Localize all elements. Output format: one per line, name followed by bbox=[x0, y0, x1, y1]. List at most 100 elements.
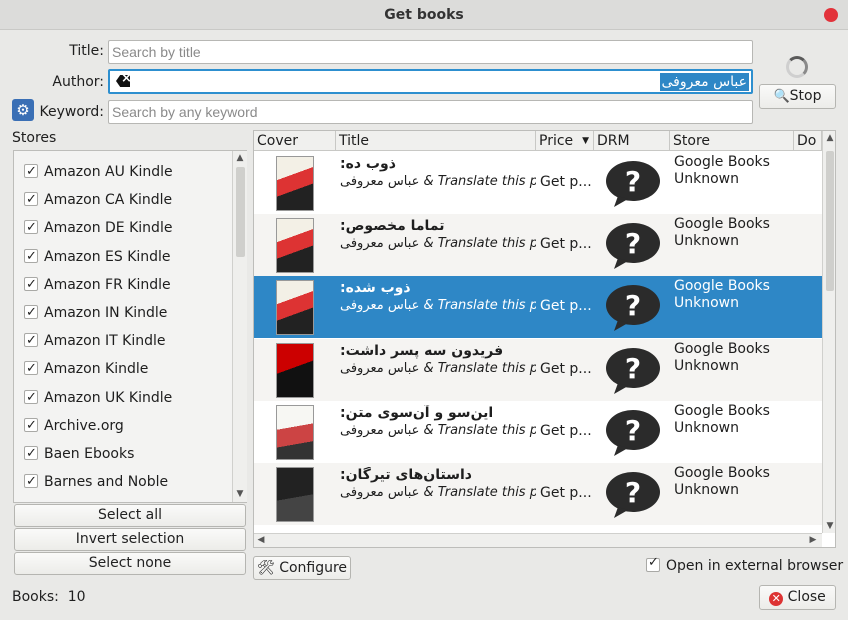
scroll-right-icon[interactable]: ▶ bbox=[806, 535, 820, 545]
store-item[interactable]: Amazon ES Kindle bbox=[24, 246, 171, 268]
results-hscrollbar[interactable]: ◀ ▶ bbox=[254, 533, 822, 547]
store-checkbox[interactable] bbox=[24, 246, 38, 268]
book-author: عباس معروفی & Translate this pag bbox=[340, 361, 536, 376]
store-checkbox[interactable] bbox=[24, 387, 38, 409]
book-author: عباس معروفی & Translate this pag bbox=[340, 174, 536, 189]
book-cover bbox=[276, 156, 314, 211]
svg-text:?: ? bbox=[625, 476, 641, 509]
store-checkbox[interactable] bbox=[24, 217, 38, 239]
book-title: تماما مخصوص: bbox=[340, 218, 445, 235]
book-price: Get p... bbox=[540, 422, 592, 439]
stores-scrollbar[interactable]: ▲ ▼ bbox=[232, 151, 247, 502]
author-label: Author: bbox=[52, 74, 104, 90]
scroll-down-icon[interactable]: ▼ bbox=[233, 489, 247, 499]
keyword-settings-gear-icon[interactable]: ⚙ bbox=[12, 99, 34, 121]
store-checkbox[interactable] bbox=[24, 358, 38, 380]
configure-button[interactable]: 🛠 Configure bbox=[253, 556, 351, 580]
store-item[interactable]: Baen Ebooks bbox=[24, 443, 134, 465]
store-item[interactable]: Amazon IT Kindle bbox=[24, 330, 166, 352]
store-item[interactable]: Amazon DE Kindle bbox=[24, 217, 172, 239]
store-item[interactable]: Amazon IN Kindle bbox=[24, 302, 167, 324]
store-item[interactable]: Amazon Kindle bbox=[24, 358, 148, 380]
table-row[interactable]: ذوب ده: عباس معروفی & Translate this pag G… bbox=[254, 152, 822, 214]
title-search-input[interactable] bbox=[108, 40, 753, 64]
book-title: ذوب ده: bbox=[340, 156, 396, 172]
store-checkbox[interactable] bbox=[24, 302, 38, 324]
results-scrollbar[interactable]: ▲ ▼ bbox=[822, 131, 835, 533]
column-download[interactable]: Do bbox=[794, 131, 822, 151]
column-drm[interactable]: DRM bbox=[594, 131, 670, 151]
store-checkbox[interactable] bbox=[24, 161, 38, 183]
store-checkbox[interactable] bbox=[24, 274, 38, 296]
stop-button[interactable]: 🔍Stop bbox=[759, 84, 836, 109]
results-scroll-thumb[interactable] bbox=[826, 151, 834, 291]
author-input-value: عباس معروفی bbox=[659, 73, 749, 91]
clear-text-icon[interactable] bbox=[116, 75, 130, 87]
drm-unknown-icon: ? bbox=[606, 223, 660, 270]
store-checkbox[interactable] bbox=[24, 189, 38, 211]
stores-scroll-thumb[interactable] bbox=[236, 167, 245, 257]
author-arabic: عباس معروفی bbox=[340, 298, 420, 314]
column-store[interactable]: Store bbox=[670, 131, 794, 151]
drm-status: Unknown bbox=[674, 419, 739, 436]
close-window-icon[interactable] bbox=[824, 8, 838, 22]
table-row[interactable]: فریدون سه پسر داشت: عباس معروفی & Transla… bbox=[254, 338, 822, 401]
open-external-browser-checkbox[interactable]: Open in external browser bbox=[646, 555, 843, 574]
store-cell: Google Books Unknown bbox=[674, 154, 770, 188]
select-all-button[interactable]: Select all bbox=[14, 504, 246, 527]
store-label: Amazon AU Kindle bbox=[44, 164, 173, 180]
store-cell: Google Books Unknown bbox=[674, 216, 770, 250]
drm-status: Unknown bbox=[674, 171, 739, 187]
store-cell: Google Books Unknown bbox=[674, 278, 770, 312]
book-price: Get p... bbox=[540, 236, 592, 253]
book-cover bbox=[276, 467, 314, 522]
svg-text:?: ? bbox=[625, 289, 641, 322]
stores-list: Amazon AU Kindle Amazon CA Kindle Amazon D… bbox=[13, 150, 247, 503]
column-price[interactable]: Price ▼ bbox=[536, 131, 594, 151]
table-row[interactable]: ذوب شده:عباس معروفی & Translate this pag… bbox=[254, 276, 822, 339]
results-scroll-up-icon[interactable]: ▲ bbox=[823, 133, 835, 143]
close-button[interactable]: ✕ Close bbox=[759, 585, 836, 610]
store-item[interactable]: Amazon FR Kindle bbox=[24, 274, 171, 296]
store-checkbox[interactable] bbox=[24, 471, 38, 493]
table-header: Cover Title Price ▼ DRM Store Do bbox=[254, 131, 835, 151]
store-item[interactable]: Archive.org bbox=[24, 415, 124, 437]
book-title: فریدون سه پسر داشت: bbox=[340, 342, 504, 359]
store-item[interactable]: Barnes and Noble bbox=[24, 471, 168, 493]
store-label: Amazon ES Kindle bbox=[44, 248, 171, 265]
store-cell: Google Books Unknown bbox=[674, 403, 770, 437]
author-translate: & Translate this pag bbox=[423, 236, 536, 252]
author-translate: & Translate this pag bbox=[423, 298, 536, 314]
select-none-button[interactable]: Select none bbox=[14, 552, 246, 575]
sort-arrow-icon: ▼ bbox=[582, 136, 589, 146]
store-name: Google Books bbox=[674, 154, 770, 170]
table-row[interactable]: داستان‌های تیرگان: عباس معروفی & Translat… bbox=[254, 463, 822, 525]
invert-selection-button[interactable]: Invert selection bbox=[14, 528, 246, 551]
author-translate: & Translate this pag bbox=[423, 422, 536, 438]
column-title[interactable]: Title bbox=[336, 131, 536, 151]
drm-status: Unknown bbox=[674, 233, 739, 250]
scroll-up-icon[interactable]: ▲ bbox=[233, 153, 247, 163]
book-title: ذوب شده: bbox=[340, 280, 411, 297]
store-label: Baen Ebooks bbox=[44, 446, 135, 462]
table-row[interactable]: تماما مخصوص: عباس معروفی & Translate this… bbox=[254, 214, 822, 277]
store-checkbox[interactable] bbox=[24, 415, 38, 437]
store-checkbox[interactable] bbox=[24, 443, 38, 465]
author-arabic: عباس معروفی bbox=[340, 485, 420, 500]
results-scroll-down-icon[interactable]: ▼ bbox=[823, 521, 835, 531]
book-author: عباس معروفی & Translate this pag bbox=[340, 485, 536, 500]
book-author: عباس معروفی & Translate this pag bbox=[340, 423, 536, 438]
store-item[interactable]: Amazon CA Kindle bbox=[24, 189, 172, 211]
store-checkbox[interactable] bbox=[24, 330, 38, 352]
store-item[interactable]: Amazon AU Kindle bbox=[24, 161, 173, 183]
author-search-input[interactable]: عباس معروفی bbox=[108, 69, 753, 94]
book-cover bbox=[276, 280, 314, 336]
book-price: Get p... bbox=[540, 298, 592, 315]
keyword-search-input[interactable] bbox=[108, 100, 753, 124]
table-row[interactable]: این‌سو و آن‌سوی متن: عباس معروفی & Transl… bbox=[254, 401, 822, 463]
store-cell: Google Books Unknown bbox=[674, 465, 770, 499]
book-cover bbox=[276, 342, 314, 398]
scroll-left-icon[interactable]: ◀ bbox=[254, 535, 268, 545]
column-cover[interactable]: Cover bbox=[254, 131, 336, 151]
store-item[interactable]: Amazon UK Kindle bbox=[24, 387, 172, 409]
